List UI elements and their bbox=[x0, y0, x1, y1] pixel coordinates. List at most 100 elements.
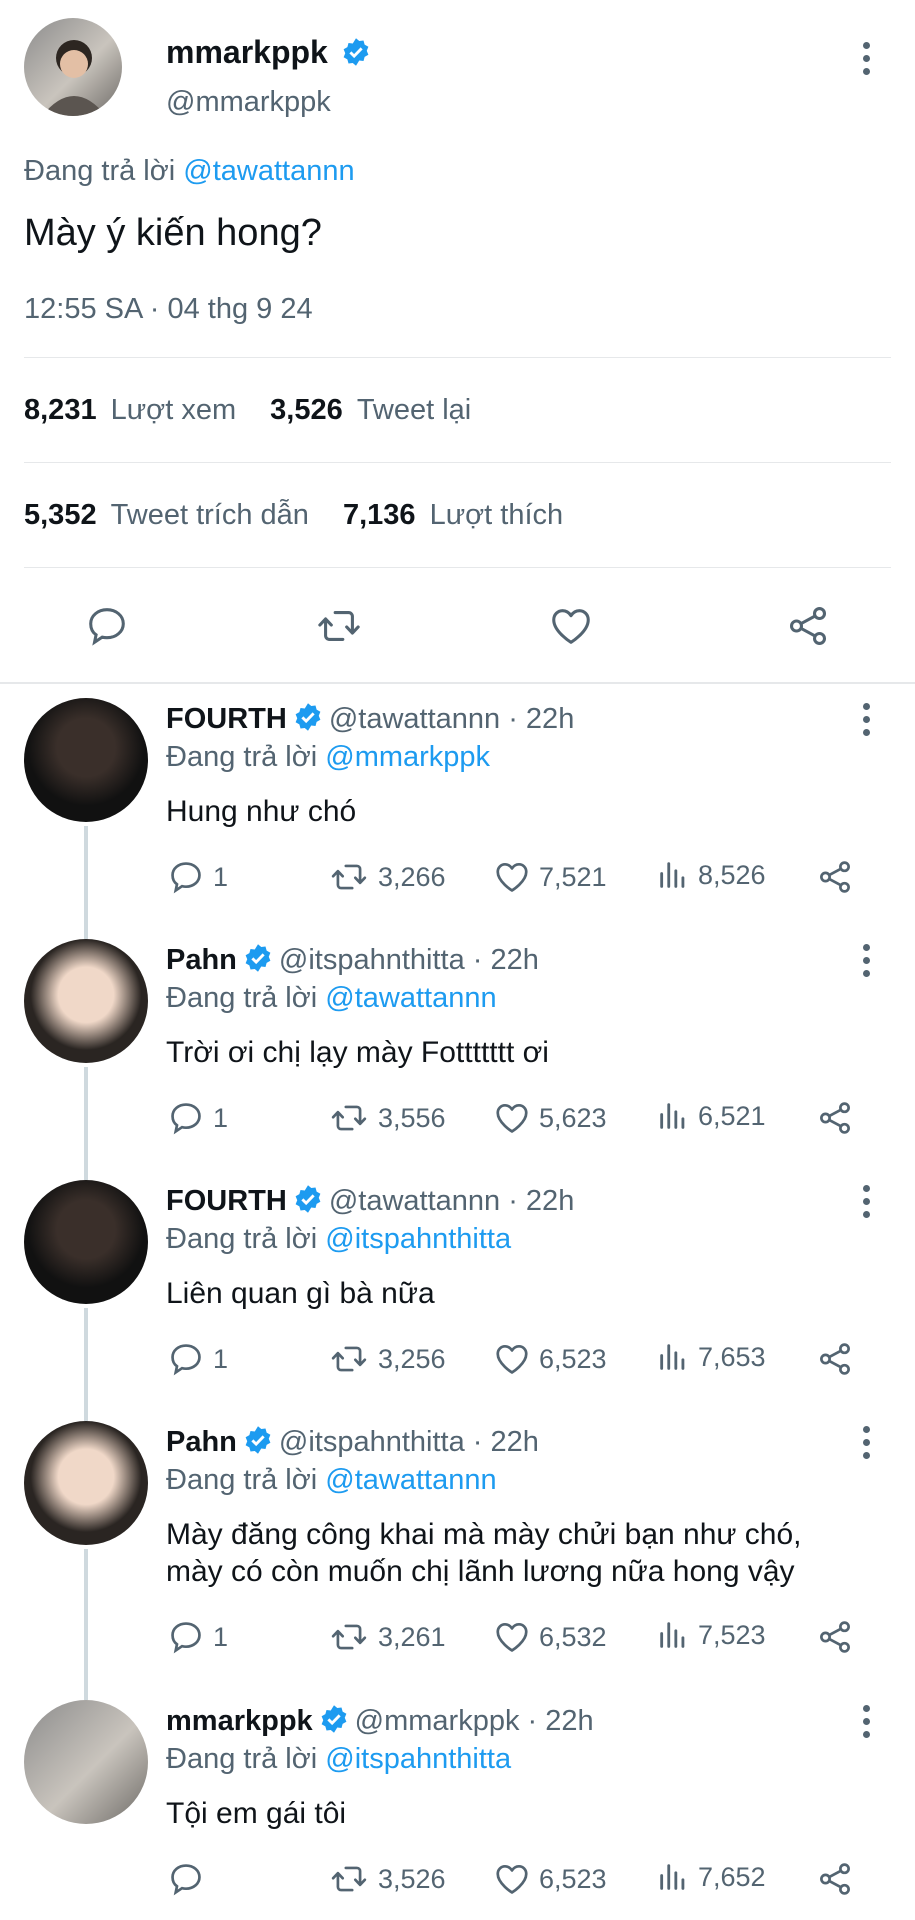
retweet-icon[interactable] bbox=[314, 603, 364, 649]
reply-actions: 1 3,266 7,521 8,526 bbox=[165, 858, 891, 898]
heart-icon[interactable] bbox=[548, 603, 594, 649]
retweets-stat[interactable]: 3,526 Tweet lại bbox=[270, 394, 471, 426]
reply-button[interactable]: 1 bbox=[167, 1340, 228, 1378]
more-options-icon[interactable] bbox=[859, 703, 873, 737]
like-button[interactable]: 6,523 bbox=[493, 1860, 607, 1898]
reply-text-line: Hung như chó bbox=[166, 795, 357, 828]
avatar[interactable] bbox=[24, 18, 122, 116]
share-button[interactable] bbox=[816, 1860, 854, 1898]
reply-actions: 1 3,261 6,532 7,523 bbox=[165, 1618, 891, 1658]
retweet-button[interactable]: 3,256 bbox=[328, 1340, 446, 1378]
views-count: 6,521 bbox=[698, 1100, 766, 1131]
more-options-icon[interactable] bbox=[859, 1426, 873, 1460]
views-button[interactable]: 7,652 bbox=[656, 1860, 766, 1894]
like-button[interactable]: 5,623 bbox=[493, 1099, 607, 1137]
likes-count: 7,136 bbox=[342, 499, 416, 531]
display-name[interactable]: FOURTH bbox=[166, 703, 287, 735]
heart-icon bbox=[496, 1864, 528, 1894]
retweet-count: 3,261 bbox=[378, 1621, 446, 1652]
retweet-button[interactable]: 3,261 bbox=[328, 1618, 446, 1656]
share-button[interactable] bbox=[816, 1618, 854, 1656]
reply-text: Liên quan gì bà nữa bbox=[166, 1275, 435, 1312]
avatar[interactable] bbox=[24, 1180, 148, 1304]
share-icon[interactable] bbox=[785, 603, 831, 649]
display-name[interactable]: mmarkppk bbox=[166, 34, 328, 70]
views-button[interactable]: 8,526 bbox=[656, 858, 766, 892]
share-button[interactable] bbox=[816, 858, 854, 896]
avatar[interactable] bbox=[24, 698, 148, 822]
like-count: 6,523 bbox=[539, 1343, 607, 1374]
share-button[interactable] bbox=[816, 1099, 854, 1137]
reply-count: 1 bbox=[213, 861, 229, 892]
handle[interactable]: @itspahnthitta bbox=[279, 944, 465, 976]
handle[interactable]: @mmarkppk bbox=[355, 1705, 520, 1737]
like-button[interactable]: 6,523 bbox=[493, 1340, 607, 1378]
handle[interactable]: @itspahnthitta bbox=[279, 1426, 465, 1458]
reply-time[interactable]: · 22h bbox=[508, 1185, 574, 1217]
reply-to-link[interactable]: @tawattannn bbox=[325, 982, 496, 1014]
retweet-button[interactable]: 3,526 bbox=[328, 1860, 446, 1898]
reply-text-line: Tội em gái tôi bbox=[166, 1797, 347, 1830]
reply-to-link[interactable]: @itspahnthitta bbox=[325, 1743, 511, 1775]
like-button[interactable]: 6,532 bbox=[493, 1618, 607, 1656]
views-button[interactable]: 7,523 bbox=[656, 1618, 766, 1652]
reply-button[interactable]: 1 bbox=[167, 1099, 228, 1137]
reply-to-link[interactable]: @tawattannn bbox=[325, 1464, 496, 1496]
like-button[interactable]: 7,521 bbox=[493, 858, 607, 896]
views-chart-icon bbox=[660, 862, 685, 888]
avatar[interactable] bbox=[24, 1700, 148, 1824]
thread-connector bbox=[84, 1549, 88, 1700]
display-name[interactable]: FOURTH bbox=[166, 1185, 287, 1217]
more-options-icon[interactable] bbox=[859, 42, 873, 76]
retweet-icon bbox=[331, 1105, 367, 1131]
heart-icon bbox=[496, 862, 528, 892]
more-options-icon[interactable] bbox=[859, 1705, 873, 1739]
reply-icon bbox=[171, 1344, 201, 1376]
heart-icon bbox=[496, 1344, 528, 1374]
more-options-icon[interactable] bbox=[859, 944, 873, 978]
display-name[interactable]: Pahn bbox=[166, 944, 237, 976]
retweet-button[interactable]: 3,556 bbox=[328, 1099, 446, 1137]
retweet-icon bbox=[331, 1346, 367, 1372]
quotes-stat[interactable]: 5,352 Tweet trích dẫn bbox=[24, 499, 317, 531]
avatar[interactable] bbox=[24, 939, 148, 1063]
views-label: Lượt xem bbox=[110, 394, 237, 426]
share-button[interactable] bbox=[816, 1340, 854, 1378]
reply-button[interactable] bbox=[167, 1860, 213, 1898]
verified-badge-icon bbox=[343, 37, 369, 66]
reply-time[interactable]: · 22h bbox=[528, 1705, 594, 1737]
views-button[interactable]: 6,521 bbox=[656, 1099, 766, 1133]
reply-to-link[interactable]: @itspahnthitta bbox=[325, 1223, 511, 1255]
reply-header: Pahn @itspahnthitta · 22h bbox=[166, 1426, 539, 1459]
reply-count: 1 bbox=[213, 1343, 229, 1374]
section-divider bbox=[0, 682, 915, 684]
tweet-timestamp[interactable]: 12:55 SA · 04 thg 9 24 bbox=[24, 293, 313, 326]
views-button[interactable]: 7,653 bbox=[656, 1340, 766, 1374]
more-options-icon[interactable] bbox=[859, 1185, 873, 1219]
reply-to-link[interactable]: @tawattannn bbox=[183, 155, 354, 187]
reply-button[interactable]: 1 bbox=[167, 1618, 228, 1656]
likes-stat[interactable]: 7,136 Lượt thích bbox=[343, 499, 563, 531]
views-count: 7,523 bbox=[698, 1619, 766, 1650]
reply-time[interactable]: · 22h bbox=[508, 703, 574, 735]
display-name[interactable]: mmarkppk bbox=[166, 1705, 313, 1737]
display-name[interactable]: Pahn bbox=[166, 1426, 237, 1458]
reply-button[interactable]: 1 bbox=[167, 858, 228, 896]
likes-label: Lượt thích bbox=[429, 499, 564, 531]
reply-time[interactable]: · 22h bbox=[473, 1426, 539, 1458]
reply-icon bbox=[171, 1103, 201, 1135]
reply-context: Đang trả lời @itspahnthitta bbox=[166, 1223, 511, 1256]
thread-connector bbox=[84, 826, 88, 939]
reply-count: 1 bbox=[213, 1621, 229, 1652]
handle[interactable]: @mmarkppk bbox=[166, 86, 331, 119]
quotes-count: 5,352 bbox=[24, 499, 97, 531]
like-count: 5,623 bbox=[539, 1102, 607, 1133]
reply-time[interactable]: · 22h bbox=[473, 944, 539, 976]
avatar[interactable] bbox=[24, 1421, 148, 1545]
handle[interactable]: @tawattannn bbox=[329, 703, 500, 735]
handle[interactable]: @tawattannn bbox=[329, 1185, 500, 1217]
verified-badge-icon bbox=[295, 703, 321, 732]
reply-icon[interactable] bbox=[84, 603, 130, 649]
reply-to-link[interactable]: @mmarkppk bbox=[325, 741, 490, 773]
retweet-button[interactable]: 3,266 bbox=[328, 858, 446, 896]
